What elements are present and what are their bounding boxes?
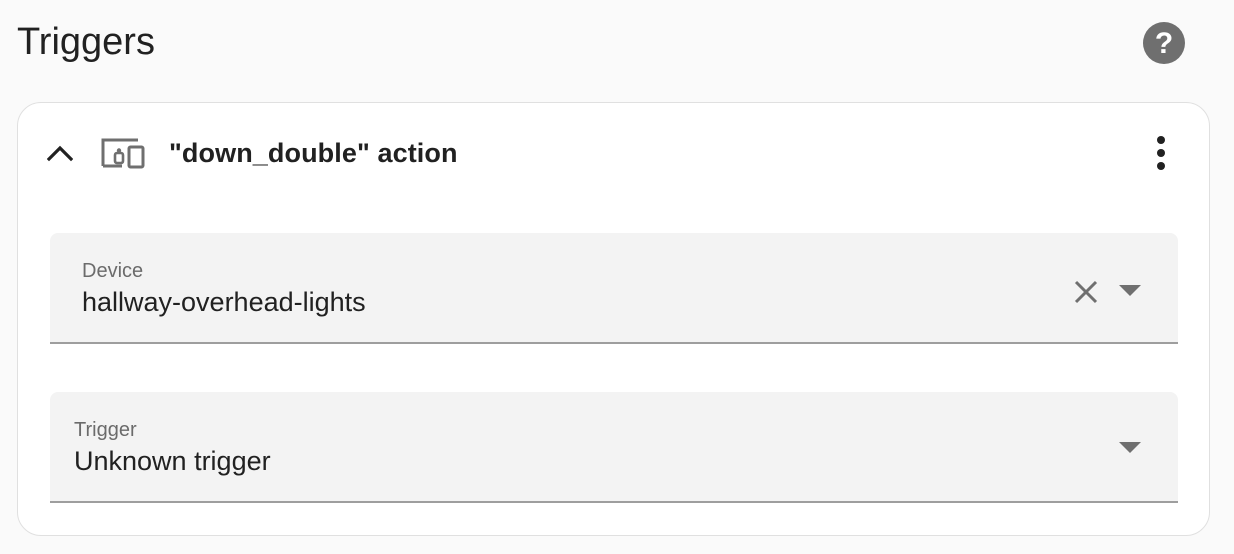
- trigger-select[interactable]: Trigger Unknown trigger: [50, 392, 1178, 503]
- device-dropdown-button[interactable]: [1116, 277, 1144, 305]
- menu-down-icon: [1119, 285, 1141, 296]
- trigger-title: "down_double" action: [169, 138, 458, 168]
- trigger-card: "down_double" action Device hallway-over…: [17, 102, 1210, 536]
- section-title: Triggers: [17, 21, 155, 63]
- clear-device-button[interactable]: [1070, 276, 1102, 308]
- help-icon: ?: [1155, 27, 1173, 60]
- collapse-button[interactable]: [44, 133, 76, 173]
- device-select[interactable]: Device hallway-overhead-lights: [50, 233, 1178, 344]
- trigger-field-value: Unknown trigger: [74, 446, 271, 476]
- trigger-dropdown-button[interactable]: [1116, 434, 1144, 462]
- overflow-menu-button[interactable]: [1140, 129, 1182, 177]
- close-icon: [1074, 280, 1098, 304]
- trigger-field-label: Trigger: [74, 419, 137, 441]
- device-field-value: hallway-overhead-lights: [82, 287, 366, 317]
- chevron-up-icon: [47, 145, 73, 162]
- trigger-card-header[interactable]: "down_double" action: [18, 103, 1209, 203]
- devices-icon: [100, 133, 146, 173]
- menu-down-icon: [1119, 442, 1141, 453]
- help-button[interactable]: ?: [1143, 22, 1185, 64]
- device-field-label: Device: [82, 260, 144, 282]
- dots-vertical-icon: [1157, 136, 1165, 170]
- svg-text:?: ?: [1155, 27, 1173, 60]
